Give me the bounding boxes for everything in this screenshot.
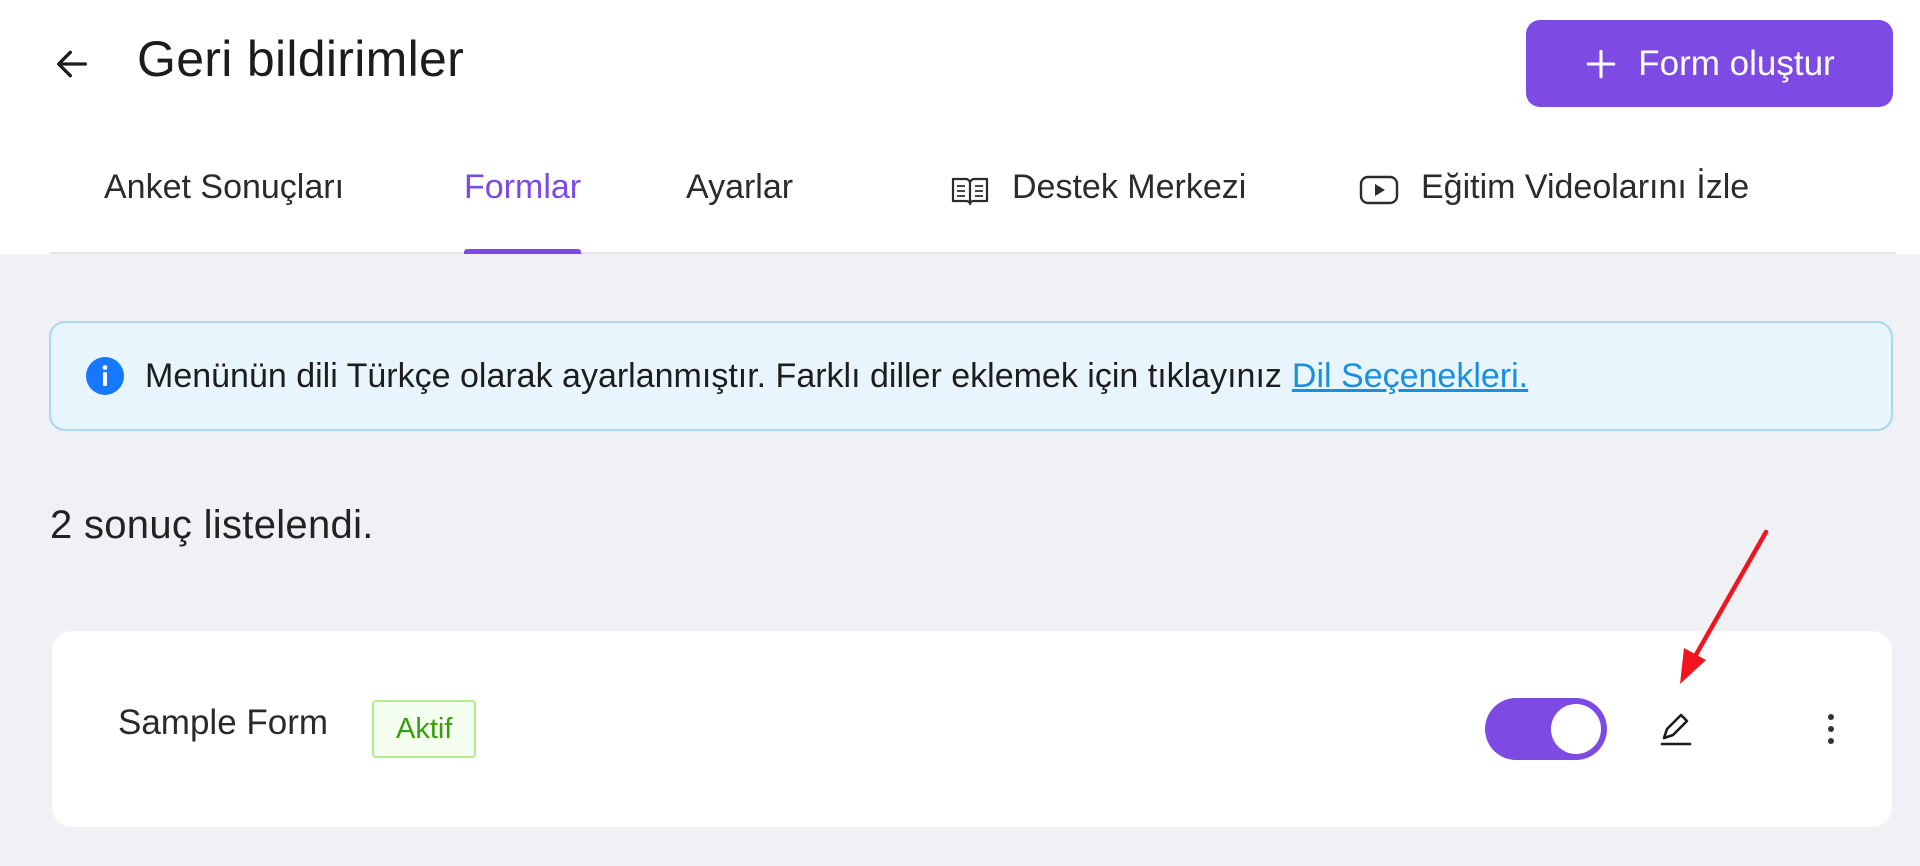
form-card: Sample Form Aktif (52, 631, 1892, 827)
video-play-icon (1359, 174, 1399, 206)
language-options-link[interactable]: Dil Seçenekleri. (1292, 357, 1528, 396)
active-tab-indicator (464, 249, 582, 254)
tab-help-center[interactable]: Destek Merkezi (950, 150, 1246, 254)
tab-forms[interactable]: Formlar (464, 150, 582, 254)
toggle-knob (1551, 704, 1601, 754)
form-active-toggle[interactable] (1485, 698, 1607, 760)
plus-icon (1586, 49, 1616, 78)
results-count: 2 sonuç listelendi. (50, 503, 374, 547)
tab-settings[interactable]: Ayarlar (686, 150, 793, 254)
edit-form-button[interactable] (1648, 701, 1704, 757)
status-badge: Aktif (372, 700, 477, 758)
tab-bar: Anket Sonuçları Formlar Ayarlar Destek M… (50, 150, 1896, 254)
info-icon (85, 356, 125, 396)
create-form-label: Form oluştur (1638, 43, 1835, 83)
back-button[interactable] (44, 38, 100, 90)
tab-label: Destek Merkezi (1012, 168, 1247, 206)
tab-training-videos[interactable]: Eğitim Videolarını İzle (1359, 150, 1749, 254)
page-header: Geri bildirimler Form oluştur Anket Sonu… (0, 0, 1920, 254)
language-info-banner: Menünün dili Türkçe olarak ayarlanmıştır… (49, 321, 1893, 431)
book-icon (950, 174, 990, 208)
tab-label: Formlar (464, 168, 582, 206)
arrow-left-icon (57, 50, 88, 78)
page-title: Geri bildirimler (137, 31, 465, 87)
more-vertical-icon (1828, 714, 1834, 744)
more-options-button[interactable] (1806, 701, 1856, 757)
info-text: Menünün dili Türkçe olarak ayarlanmıştır… (145, 356, 1282, 395)
create-form-button[interactable]: Form oluştur (1526, 20, 1893, 107)
tab-label: Ayarlar (686, 168, 794, 206)
tab-label: Anket Sonuçları (104, 168, 345, 206)
tab-survey-results[interactable]: Anket Sonuçları (104, 150, 344, 254)
tab-label: Eğitim Videolarını İzle (1421, 168, 1750, 206)
form-name: Sample Form (118, 703, 329, 742)
pencil-icon (1660, 713, 1692, 746)
